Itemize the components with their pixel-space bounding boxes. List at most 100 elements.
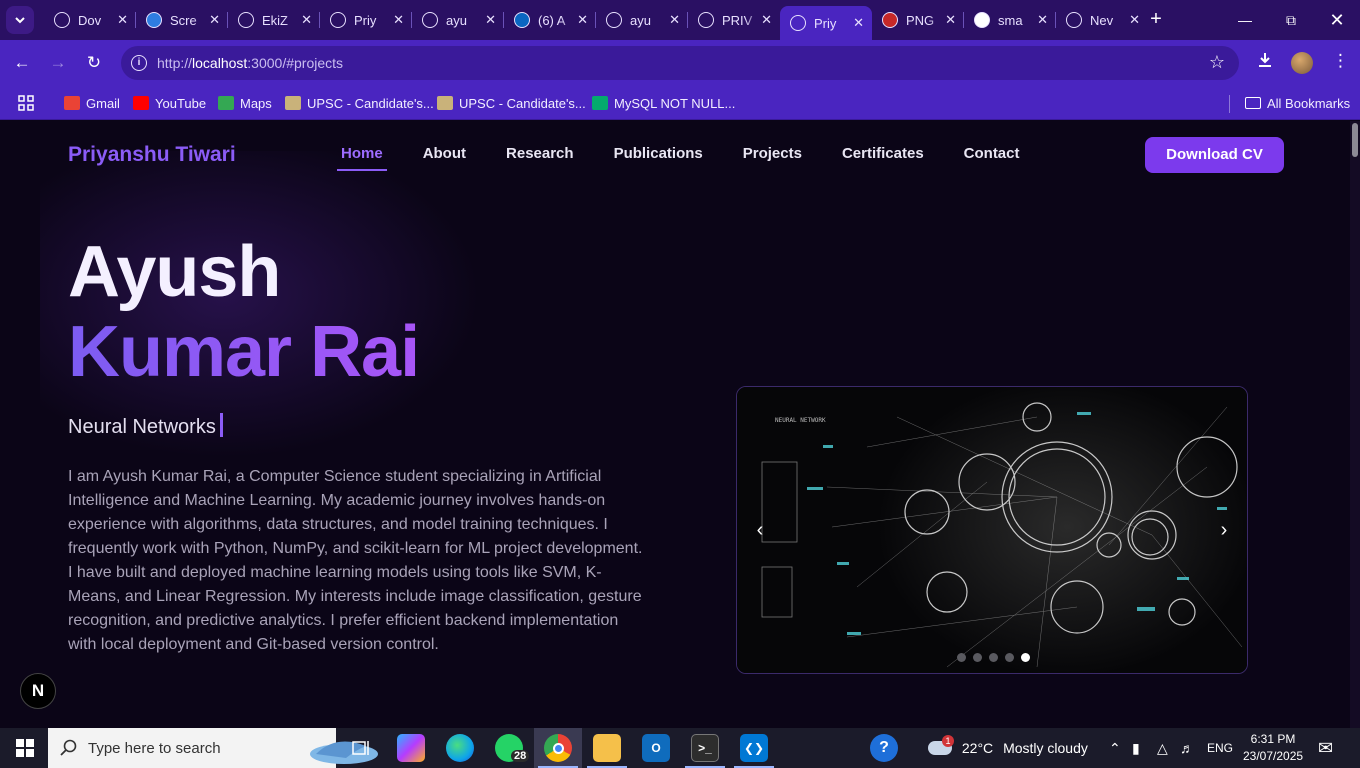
bookmarks-bar: Gmail YouTube Maps UPSC - Candidate's... UPS… bbox=[0, 86, 1360, 120]
tab-close-icon[interactable]: ✕ bbox=[577, 12, 588, 28]
url-text[interactable]: http://localhost:3000/#projects bbox=[157, 55, 343, 71]
forward-button[interactable]: → bbox=[45, 50, 71, 76]
browser-tab[interactable]: Scre ✕ bbox=[136, 4, 228, 36]
carousel-prev-button[interactable]: ‹ bbox=[747, 517, 773, 543]
all-bookmarks-button[interactable]: All Bookmarks bbox=[1245, 93, 1350, 113]
new-tab-button[interactable]: + bbox=[1145, 8, 1167, 30]
reload-button[interactable]: ↻ bbox=[81, 50, 107, 76]
browser-tab[interactable]: PNG ✕ bbox=[872, 4, 964, 36]
carousel-dot[interactable] bbox=[1005, 653, 1014, 662]
tray-chevron-up-icon[interactable]: ⌃ bbox=[1109, 728, 1121, 768]
apps-grid-icon[interactable] bbox=[18, 93, 34, 113]
browser-tab[interactable]: Priy ✕ bbox=[780, 6, 872, 40]
tab-title: Scre bbox=[170, 12, 197, 28]
whatsapp-icon[interactable]: 28 bbox=[495, 734, 530, 762]
carousel-next-button[interactable]: › bbox=[1211, 517, 1237, 543]
page-viewport: Priyanshu Tiwari Home About Research Public… bbox=[0, 121, 1360, 728]
browser-tab[interactable]: (6) A ✕ bbox=[504, 4, 596, 36]
carousel-dot[interactable] bbox=[1021, 653, 1030, 662]
chrome-icon[interactable] bbox=[544, 734, 572, 762]
close-window-button[interactable]: ✕ bbox=[1322, 8, 1352, 32]
tab-close-icon[interactable]: ✕ bbox=[209, 12, 220, 28]
nav-link-publications[interactable]: Publications bbox=[614, 145, 703, 168]
carousel-dot[interactable] bbox=[989, 653, 998, 662]
file-explorer-icon[interactable] bbox=[593, 734, 621, 762]
bookmark-item[interactable]: Gmail bbox=[64, 93, 120, 113]
browser-tab[interactable]: Nev ✕ bbox=[1056, 4, 1148, 36]
edge-icon[interactable] bbox=[446, 734, 474, 762]
nav-link-research[interactable]: Research bbox=[506, 145, 574, 168]
tab-close-icon[interactable]: ✕ bbox=[117, 12, 128, 28]
download-cv-button[interactable]: Download CV bbox=[1145, 137, 1284, 173]
tab-close-icon[interactable]: ✕ bbox=[853, 15, 864, 31]
volume-icon[interactable]: ♬ bbox=[1180, 728, 1194, 768]
tab-close-icon[interactable]: ✕ bbox=[393, 12, 404, 28]
tab-close-icon[interactable]: ✕ bbox=[1129, 12, 1140, 28]
browser-tab[interactable]: PRIV ✕ bbox=[688, 4, 780, 36]
nav-link-projects[interactable]: Projects bbox=[743, 145, 802, 168]
browser-tab[interactable]: ayu ✕ bbox=[596, 4, 688, 36]
download-icon[interactable] bbox=[1256, 51, 1274, 74]
browser-tab[interactable]: ayu ✕ bbox=[412, 4, 504, 36]
windows-start-icon[interactable] bbox=[12, 734, 38, 762]
nextjs-dev-badge[interactable]: N bbox=[20, 673, 56, 709]
vscode-icon[interactable]: ❮❯ bbox=[740, 734, 768, 762]
bookmark-label: Gmail bbox=[86, 95, 120, 111]
nav-link-home[interactable]: Home bbox=[337, 145, 387, 171]
task-view-icon[interactable] bbox=[348, 734, 376, 762]
tab-title: Dov bbox=[78, 12, 102, 28]
terminal-icon[interactable]: >_ bbox=[691, 734, 719, 762]
tab-close-icon[interactable]: ✕ bbox=[1037, 12, 1048, 28]
nav-link-certificates[interactable]: Certificates bbox=[842, 145, 924, 168]
weather-widget[interactable]: 1 22°C Mostly cloudy bbox=[928, 728, 1088, 768]
image-carousel[interactable]: NEURAL NETWORK ‹ › bbox=[736, 386, 1248, 674]
tab-close-icon[interactable]: ✕ bbox=[945, 12, 956, 28]
restore-button[interactable]: ⧉ bbox=[1276, 8, 1306, 32]
bookmark-item[interactable]: UPSC - Candidate's... bbox=[285, 93, 434, 113]
browser-tab[interactable]: EkiZ ✕ bbox=[228, 4, 320, 36]
browser-tab[interactable]: sma ✕ bbox=[964, 4, 1056, 36]
bookmark-item[interactable]: YouTube bbox=[133, 93, 206, 113]
nav-link-about[interactable]: About bbox=[423, 145, 466, 168]
back-button[interactable]: ← bbox=[9, 50, 35, 76]
bookmark-item[interactable]: Maps bbox=[218, 93, 272, 113]
nav-link-contact[interactable]: Contact bbox=[964, 145, 1020, 168]
tab-close-icon[interactable]: ✕ bbox=[669, 12, 680, 28]
minimize-button[interactable]: — bbox=[1230, 8, 1260, 32]
whatsapp-badge: 28 bbox=[511, 750, 530, 762]
address-bar[interactable]: i http://localhost:3000/#projects ☆ bbox=[121, 46, 1239, 80]
tab-title: Priy bbox=[354, 12, 377, 28]
battery-icon[interactable]: ▮ bbox=[1132, 728, 1140, 768]
carousel-dot[interactable] bbox=[957, 653, 966, 662]
tab-close-icon[interactable]: ✕ bbox=[485, 12, 496, 28]
notifications-icon[interactable]: ✉ bbox=[1318, 728, 1333, 768]
tab-title: PRIV bbox=[722, 12, 753, 28]
wifi-icon[interactable]: △ bbox=[1157, 728, 1168, 768]
browser-tab[interactable]: Dov ✕ bbox=[44, 4, 136, 36]
typed-role-text: Neural Networks bbox=[68, 416, 216, 438]
taskbar-search-box[interactable]: Type here to search bbox=[48, 728, 378, 768]
browser-tab[interactable]: Priy ✕ bbox=[320, 4, 412, 36]
outlook-icon[interactable]: O bbox=[642, 734, 670, 762]
profile-avatar[interactable] bbox=[1291, 52, 1313, 74]
help-icon[interactable]: ? bbox=[870, 734, 898, 762]
maps-icon bbox=[218, 96, 234, 110]
carousel-dot[interactable] bbox=[973, 653, 982, 662]
bookmark-star-icon[interactable]: ☆ bbox=[1209, 52, 1225, 73]
tab-search-button[interactable] bbox=[6, 6, 34, 34]
menu-dots-icon[interactable]: ⋮ bbox=[1332, 51, 1349, 71]
site-info-icon[interactable]: i bbox=[131, 55, 147, 71]
site-brand[interactable]: Priyanshu Tiwari bbox=[68, 143, 236, 167]
copilot-icon[interactable] bbox=[397, 734, 425, 762]
scrollbar-thumb[interactable] bbox=[1352, 123, 1358, 157]
clock[interactable]: 6:31 PM 23/07/2025 bbox=[1243, 731, 1303, 765]
clock-date: 23/07/2025 bbox=[1243, 749, 1304, 763]
tab-close-icon[interactable]: ✕ bbox=[301, 12, 312, 28]
bookmark-item[interactable]: MySQL NOT NULL... bbox=[592, 93, 735, 113]
bookmark-item[interactable]: UPSC - Candidate's... bbox=[437, 93, 586, 113]
page-scrollbar[interactable] bbox=[1350, 121, 1360, 728]
bookmark-label: MySQL NOT NULL... bbox=[614, 95, 736, 111]
tab-close-icon[interactable]: ✕ bbox=[761, 12, 772, 28]
language-indicator[interactable]: ENG bbox=[1207, 728, 1233, 768]
folder-icon bbox=[1245, 97, 1261, 109]
